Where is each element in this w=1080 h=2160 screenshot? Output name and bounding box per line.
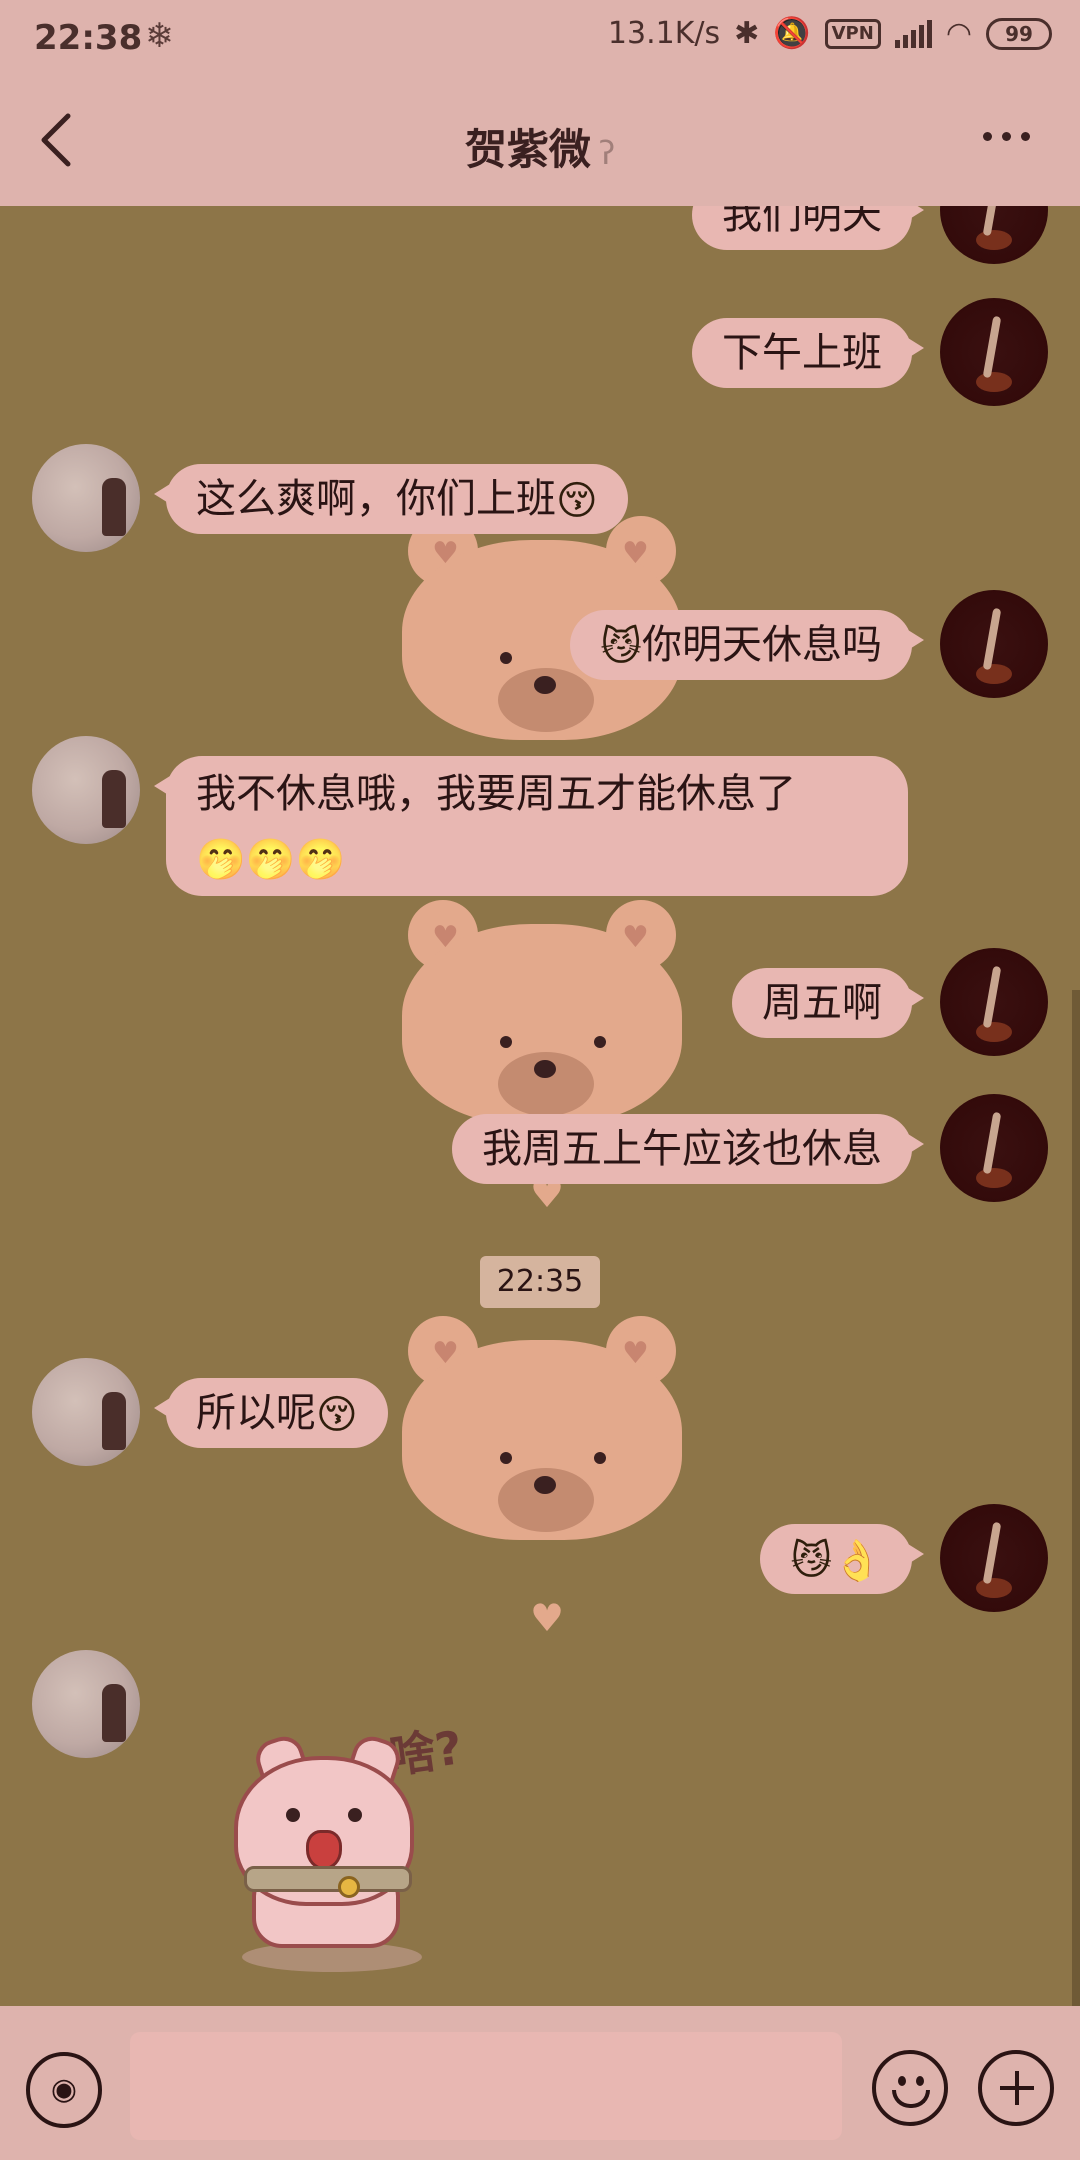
message-text: 我周五上午应该也休息 [482, 1126, 882, 1172]
contact-avatar[interactable] [32, 444, 140, 552]
my-avatar[interactable] [940, 590, 1048, 698]
my-avatar[interactable] [940, 298, 1048, 406]
signal-icon [894, 19, 932, 48]
my-avatar[interactable] [940, 206, 1048, 264]
status-time: 22:38 [34, 18, 143, 58]
vpn-badge: VPN [824, 18, 881, 49]
chat-title: 贺紫微 ʔ [0, 116, 1080, 177]
input-bar: ◉ [0, 2006, 1080, 2160]
message-bubble-out[interactable]: 😼👌 [760, 1524, 924, 1594]
network-speed: 13.1K/s [607, 16, 721, 51]
contact-avatar[interactable] [32, 1358, 140, 1466]
more-icon[interactable] [983, 132, 1030, 141]
my-avatar[interactable] [940, 1094, 1048, 1202]
wifi-icon: ◠ [945, 16, 972, 51]
message-bubble-in[interactable]: 这么爽啊，你们上班😚 [154, 464, 628, 534]
message-bubble-out[interactable]: 😼你明天休息吗 [570, 610, 924, 680]
message-bubble-in[interactable]: 我不休息哦，我要周五才能休息了 🤭🤭🤭 [154, 756, 908, 896]
message-bubble-in[interactable]: 所以呢😚 [154, 1378, 388, 1448]
chat-area[interactable]: ♥ ♥ ♥ ♥ ♥ ♥ ♥ ♥ 我们明天 下午上班 这么爽啊，你们上班😚 😼你明天休息… [0, 206, 1080, 2006]
message-bubble-out[interactable]: 我们明天 [692, 206, 924, 250]
chat-header: 贺紫微 ʔ [0, 76, 1080, 206]
bear-background-decoration: ♥ ♥ [402, 900, 682, 1124]
voice-input-icon[interactable]: ◉ [26, 2052, 102, 2128]
message-bubble-out[interactable]: 我周五上午应该也休息 [452, 1114, 924, 1184]
kissing-emoji-icon: 😚 [556, 478, 598, 524]
message-text: 你明天休息吗 [642, 622, 882, 668]
message-text: 下午上班 [722, 330, 882, 376]
bear-background-decoration: ♥ ♥ [402, 1316, 682, 1540]
mute-icon: 🔕 [773, 16, 811, 51]
status-bar: 22:38 ❄ 13.1K/s ✱ 🔕 VPN ◠ 99 [0, 0, 1080, 76]
contact-avatar[interactable] [32, 1650, 140, 1758]
message-text: 周五啊 [762, 980, 882, 1026]
bluetooth-icon: ✱ [734, 16, 760, 51]
scrollbar[interactable] [1072, 990, 1080, 2010]
kissing-emoji-icon: 😚 [316, 1392, 358, 1438]
message-bubble-out[interactable]: 下午上班 [692, 318, 924, 388]
my-avatar[interactable] [940, 948, 1048, 1056]
cat-emoji-icon: 😼 [600, 624, 642, 670]
message-bubble-out[interactable]: 周五啊 [732, 968, 924, 1038]
ear-icon: ʔ [598, 134, 616, 172]
my-avatar[interactable] [940, 1504, 1048, 1612]
pig-sticker[interactable]: 啥? [234, 1720, 494, 1976]
message-text: 所以呢 [196, 1390, 316, 1436]
battery-icon: 99 [986, 17, 1052, 50]
message-timestamp: 22:35 [480, 1256, 600, 1308]
cat-ok-emoji-icon: 😼👌 [790, 1538, 882, 1584]
emoji-icon[interactable] [872, 2050, 948, 2126]
snowflake-icon: ❄ [145, 16, 174, 56]
message-text: 我们明天 [722, 206, 882, 238]
message-input[interactable] [130, 2032, 842, 2140]
status-icons: 13.1K/s ✱ 🔕 VPN ◠ 99 [608, 16, 1052, 51]
message-text: 我不休息哦，我要周五才能休息了 [196, 771, 796, 817]
plus-icon[interactable] [978, 2050, 1054, 2126]
message-text: 这么爽啊，你们上班 [196, 476, 556, 522]
hand-over-mouth-emoji-icon: 🤭🤭🤭 [196, 837, 346, 883]
contact-avatar[interactable] [32, 736, 140, 844]
heart-decoration: ♥ [530, 1596, 565, 1640]
contact-name: 贺紫微 [464, 125, 591, 174]
